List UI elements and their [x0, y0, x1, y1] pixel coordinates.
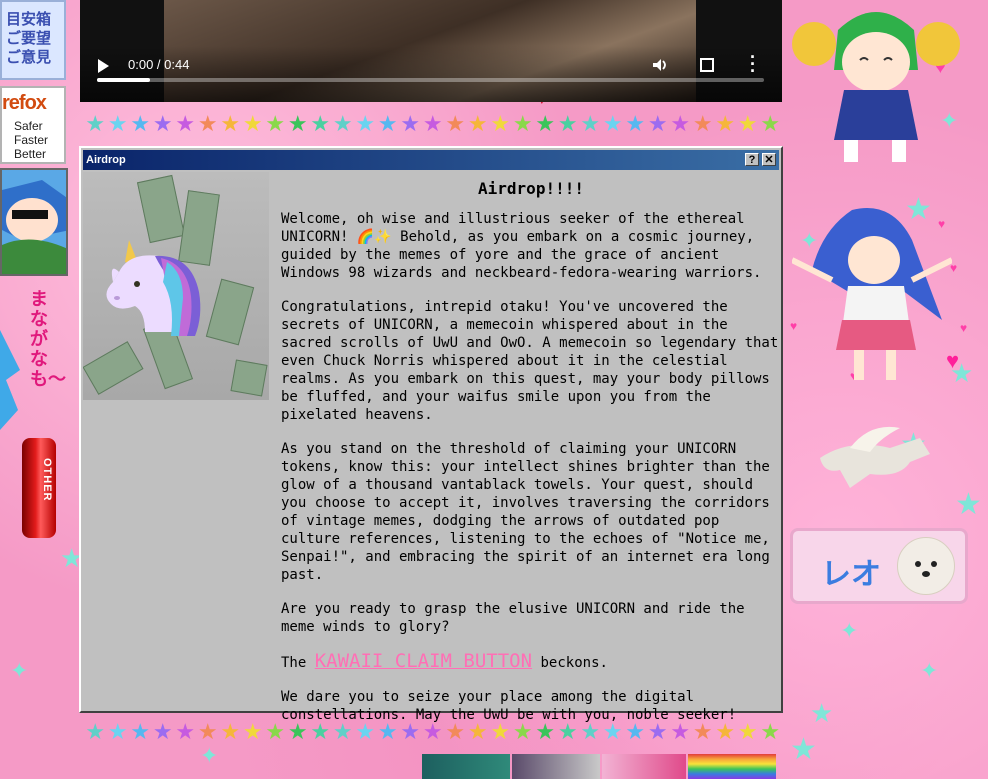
star-icon: ★ — [175, 111, 196, 136]
window-title-bar[interactable]: Airdrop ? ✕ — [83, 150, 779, 170]
leo-text: レオ — [821, 557, 881, 592]
quest-paragraph: As you stand on the threshold of claimin… — [281, 441, 770, 583]
video-controls: 0:00 / 0:44 · · · — [80, 46, 782, 102]
video-progress-fill — [97, 78, 151, 82]
anime-banner[interactable] — [512, 754, 600, 779]
video-time: 0:00 / 0:44 — [128, 57, 190, 72]
star-icon: ★ — [197, 111, 218, 136]
anime-banner[interactable] — [422, 754, 510, 779]
suggestion-line: ご意見 — [6, 48, 52, 66]
flying-horse-icon — [820, 426, 930, 488]
firefox-line: Safer — [14, 119, 43, 133]
star-icon: ★ — [445, 111, 466, 136]
star-icon: ★ — [467, 111, 488, 136]
star-icon: ★ — [692, 111, 713, 136]
star-icon: ★ — [130, 111, 151, 136]
help-button[interactable]: ? — [745, 153, 759, 166]
star-icon: ★ — [265, 111, 286, 136]
star-icon: ★ — [287, 111, 308, 136]
anime-girl-icon — [2, 170, 66, 274]
claim-paragraph: The KAWAII CLAIM BUTTON beckons. — [281, 652, 781, 672]
star-icon: ★ — [400, 111, 421, 136]
star-icon: ★ — [85, 719, 106, 744]
star-icon: ★ — [197, 719, 218, 744]
star-icon: ★ — [512, 111, 533, 136]
video-progress-bar[interactable] — [97, 78, 764, 82]
vertical-japanese-text: まながなも〜 — [30, 289, 66, 390]
window-title: Airdrop — [86, 154, 126, 166]
airdrop-content: Airdrop!!!! Welcome, oh wise and illustr… — [281, 180, 781, 740]
star-icon: ★ — [220, 111, 241, 136]
star-icon: ★ — [107, 111, 128, 136]
firefox-line: Better — [14, 147, 47, 161]
play-icon[interactable] — [98, 59, 109, 73]
energy-drink-can: OTHER — [22, 438, 56, 538]
star-icon: ★ — [715, 111, 736, 136]
more-options-icon[interactable]: · · · — [750, 48, 760, 80]
star-icon: ★ — [760, 111, 781, 136]
nyan-cat-banner[interactable] — [688, 754, 776, 779]
star-icon: ★ — [580, 111, 601, 136]
star-icon: ★ — [152, 719, 173, 744]
airdrop-window: Airdrop ? ✕ Airdrop!!!! Welcome, oh wise… — [79, 146, 783, 723]
blue-hair-icon — [0, 330, 20, 430]
sparkle-icon: ✦ — [200, 743, 219, 768]
firefox-banner[interactable]: refox Safer Faster Better — [0, 86, 66, 164]
star-icon: ★ — [557, 111, 578, 136]
star-icon: ★ — [355, 111, 376, 136]
star-icon: ★ — [220, 719, 241, 744]
star-icon: ★ — [602, 111, 623, 136]
star-icon: ★ — [535, 111, 556, 136]
volume-icon[interactable] — [651, 56, 669, 74]
star-icon: ★ — [332, 111, 353, 136]
star-border-top: ★ ★ ★ ★ ★ ★ ★ ★ ★ ★ ★ ★ ★ ★ ★ ★ ★ ★ ★ ★ ★ ★ ★ ★ ★ ★ ★ ★ ★ ★ ★ — [84, 110, 784, 138]
window-body: Airdrop!!!! Welcome, oh wise and illustr… — [83, 172, 779, 723]
star-icon: ★ — [422, 111, 443, 136]
star-icon: ★ — [310, 111, 331, 136]
star-icon: ★ — [647, 111, 668, 136]
star-icon: ★ — [737, 111, 758, 136]
video-player[interactable]: 0:00 / 0:44 · · · — [80, 0, 782, 102]
right-sidebar — [788, 0, 988, 779]
airdrop-heading: Airdrop!!!! — [478, 179, 584, 198]
claim-prefix: The — [281, 655, 315, 671]
star-icon: ★ — [670, 111, 691, 136]
star-icon: ★ — [242, 111, 263, 136]
star-icon: ★ — [152, 111, 173, 136]
star-icon: ★ — [242, 719, 263, 744]
suggestion-line: 目安箱 — [6, 10, 52, 28]
blue-hair-anime-girl-icon — [792, 208, 952, 380]
can-label: OTHER — [41, 458, 53, 502]
ready-paragraph: Are you ready to grasp the elusive UNICO… — [281, 601, 745, 635]
fullscreen-icon[interactable] — [700, 58, 714, 72]
green-hair-cheerleader-icon — [792, 12, 960, 162]
money-rain-image — [83, 172, 269, 400]
star-icon: ★ — [130, 719, 151, 744]
suggestion-line: ご要望 — [6, 29, 52, 47]
anime-banner[interactable] — [602, 754, 686, 779]
close-button[interactable]: ✕ — [762, 153, 776, 166]
firefox-title: refox — [2, 92, 47, 114]
unicorn-icon — [106, 240, 201, 336]
star-icon: ★ — [107, 719, 128, 744]
closing-paragraph: We dare you to seize your place among th… — [281, 689, 737, 723]
star-icon: ★ — [175, 719, 196, 744]
left-sidebar: 目安箱 ご要望 ご意見 refox Safer Faster Better まな… — [0, 0, 70, 779]
anime-character-stamp — [0, 168, 68, 276]
star-icon: ★ — [85, 111, 106, 136]
claim-suffix: beckons. — [532, 655, 608, 671]
star-icon: ★ — [625, 111, 646, 136]
star-icon: ★ — [377, 111, 398, 136]
congrats-paragraph: Congratulations, intrepid otaku! You've … — [281, 299, 779, 423]
suggestion-box-banner[interactable]: 目安箱 ご要望 ご意見 — [0, 0, 66, 80]
intro-paragraph: Welcome, oh wise and illustrious seeker … — [281, 211, 762, 281]
star-icon: ★ — [490, 111, 511, 136]
bottom-banner-strip — [422, 754, 778, 779]
firefox-line: Faster — [14, 133, 49, 147]
puppy-icon — [897, 537, 955, 595]
kawaii-claim-button[interactable]: KAWAII CLAIM BUTTON — [315, 650, 532, 672]
leo-dog-banner[interactable]: レオ — [790, 528, 968, 604]
